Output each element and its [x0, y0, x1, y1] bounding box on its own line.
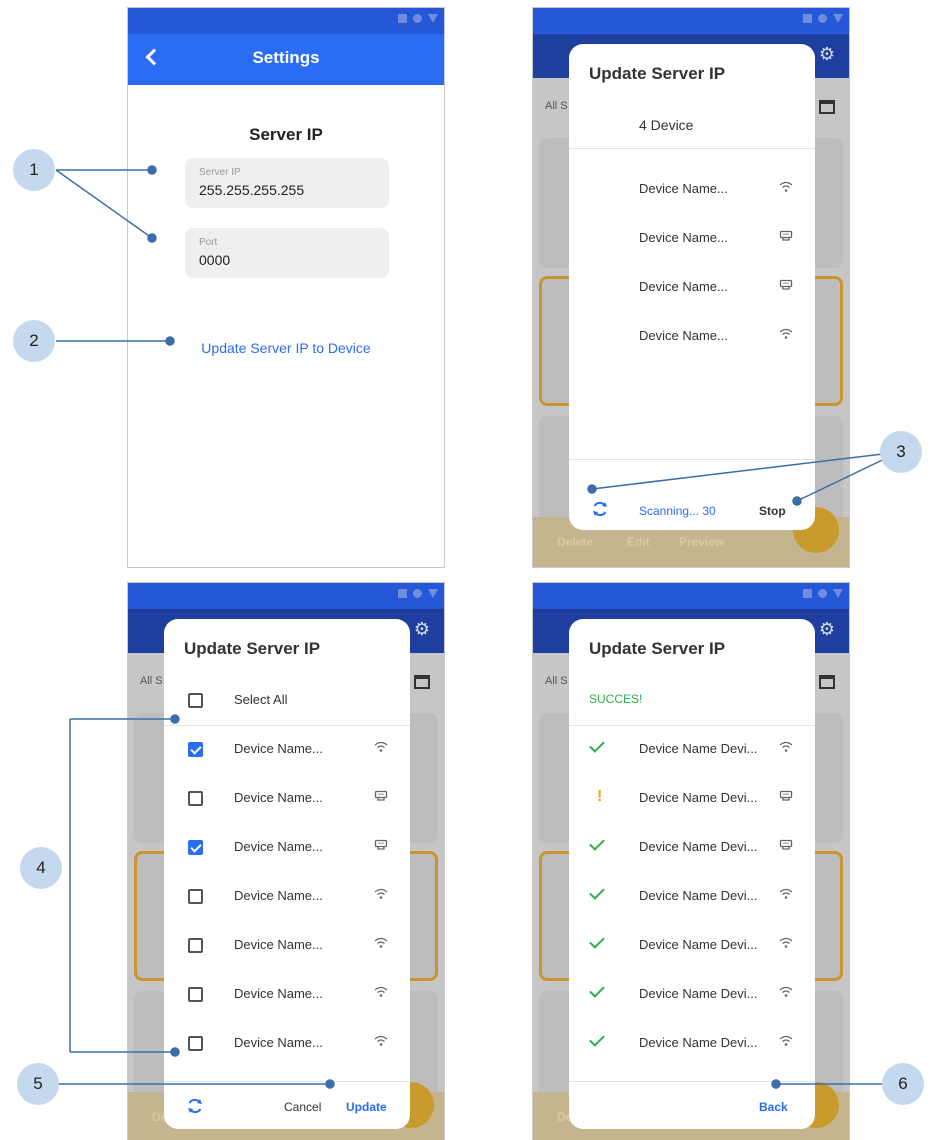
callout-6: 6 [882, 1063, 924, 1105]
callout-2: 2 [13, 320, 55, 362]
callout-4: 4 [20, 847, 62, 889]
callout-1: 1 [13, 149, 55, 191]
callout-5: 5 [17, 1063, 59, 1105]
callout-3: 3 [880, 431, 922, 473]
annotation-lines [55, 165, 900, 1089]
